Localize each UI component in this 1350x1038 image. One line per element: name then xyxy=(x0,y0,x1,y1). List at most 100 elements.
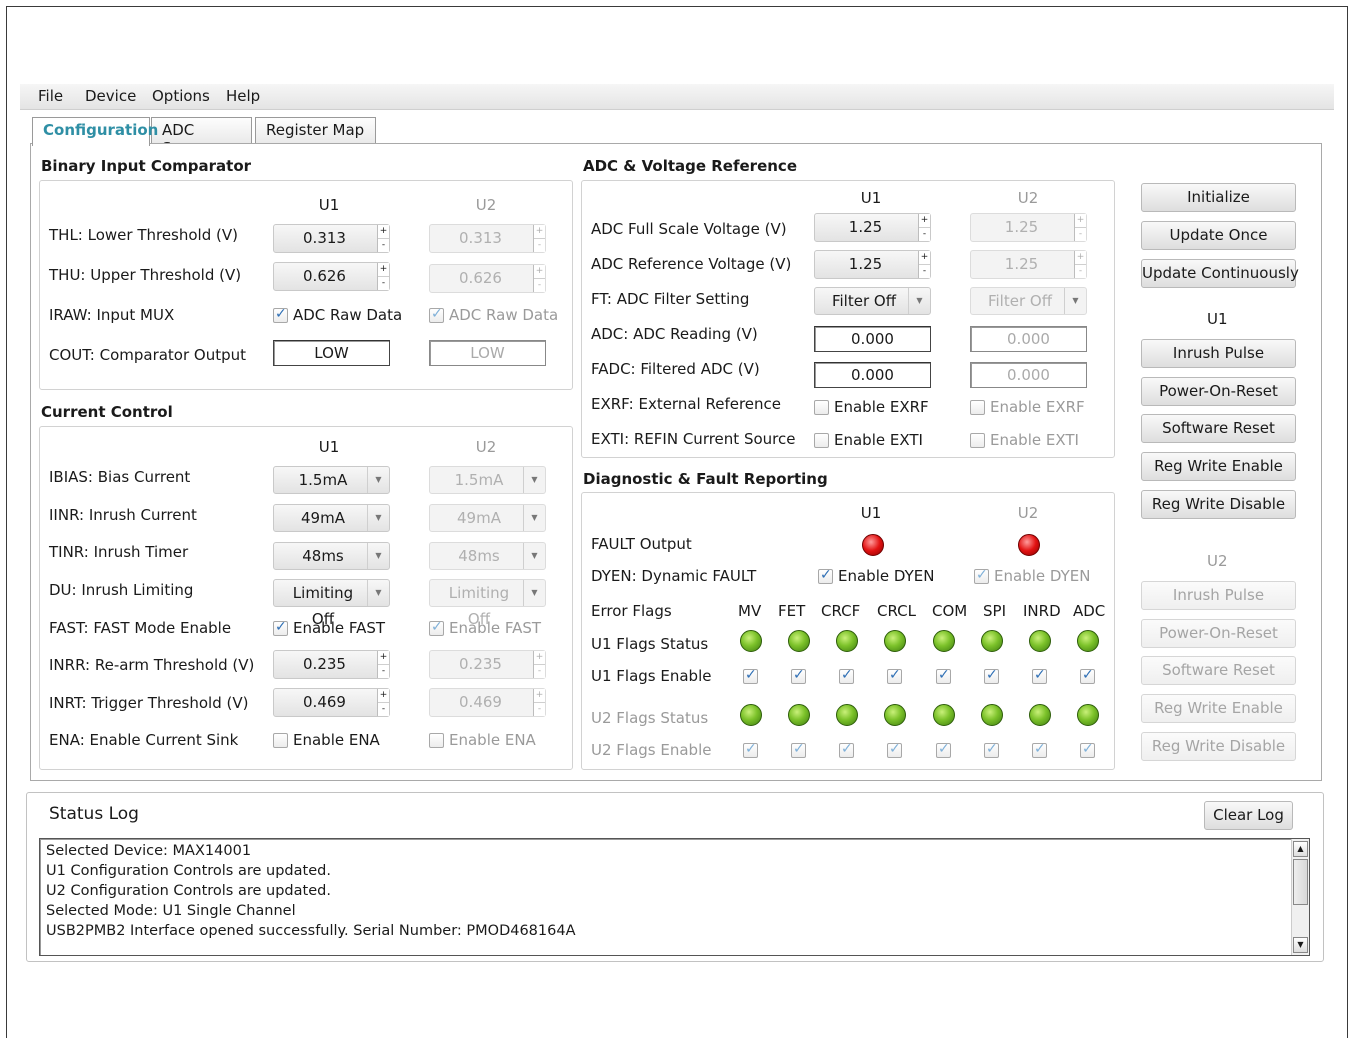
adc-filter-u1-select[interactable]: Filter Off ▼ xyxy=(814,287,931,315)
u2-adc-enable-checkbox xyxy=(1080,741,1095,758)
exti-u1-checkbox[interactable]: Enable EXTI xyxy=(814,431,923,449)
u1-flags-enable-label: U1 Flags Enable xyxy=(591,667,712,685)
u1-crcf-enable-checkbox[interactable] xyxy=(839,667,854,684)
u2-crcl-enable-checkbox xyxy=(887,741,902,758)
fast-u1-checkbox[interactable]: Enable FAST xyxy=(273,619,385,637)
thu-u1-spinner[interactable]: 0.626 + - xyxy=(273,262,390,291)
flag-spi-head: SPI xyxy=(983,602,1006,620)
adc-full-scale-u1-spinner[interactable]: 1.25 + - xyxy=(814,213,931,242)
inrt-u1-spin-buttons[interactable]: + - xyxy=(377,689,389,716)
inrr-u2-spinner: 0.235 + - xyxy=(429,650,546,679)
diag-u1-head: U1 xyxy=(860,504,882,522)
u1-reg-write-enable-button[interactable]: Reg Write Enable xyxy=(1141,452,1296,481)
du-u1-select[interactable]: Limiting Off ▼ xyxy=(273,579,390,628)
ena-u1-checkbox[interactable]: Enable ENA xyxy=(273,731,380,749)
u2-adc-status-led-icon xyxy=(1077,704,1099,726)
scroll-thumb[interactable] xyxy=(1293,859,1308,905)
iinr-u1-value: 49mA xyxy=(301,509,345,527)
u1-flags-status-label: U1 Flags Status xyxy=(591,635,709,653)
checkbox-unchecked-icon xyxy=(273,732,288,748)
u1-reg-write-disable-button[interactable]: Reg Write Disable xyxy=(1141,490,1296,519)
adc-full-scale-u1-value: 1.25 xyxy=(848,218,883,236)
adc-full-scale-label: ADC Full Scale Voltage (V) xyxy=(591,220,787,238)
thu-u1-spin-buttons[interactable]: + - xyxy=(377,263,389,290)
exti-u2-label: Enable EXTI xyxy=(990,431,1079,449)
status-log-textarea[interactable]: Selected Device: MAX14001 U1 Configurati… xyxy=(39,838,1310,956)
iinr-u2-select: 49mA ▼ xyxy=(429,504,546,532)
initialize-button[interactable]: Initialize xyxy=(1141,183,1296,212)
chevron-down-icon: ▼ xyxy=(523,580,545,606)
adc-reading-u1-field: 0.000 xyxy=(814,326,931,352)
exti-label: EXTI: REFIN Current Source xyxy=(591,430,796,448)
u2-spi-status-led-icon xyxy=(981,704,1003,726)
adc-reading-u2-field: 0.000 xyxy=(970,326,1087,352)
u1-spi-enable-checkbox[interactable] xyxy=(984,667,999,684)
exrf-u1-checkbox[interactable]: Enable EXRF xyxy=(814,398,929,416)
menu-options[interactable]: Options xyxy=(152,87,210,105)
chevron-down-icon[interactable]: ▼ xyxy=(367,467,389,493)
ibias-u1-select[interactable]: 1.5mA ▼ xyxy=(273,466,390,494)
adc-full-scale-u1-spin-buttons[interactable]: + - xyxy=(918,214,930,241)
inrt-u2-spin-buttons: + - xyxy=(533,689,545,716)
menu-help[interactable]: Help xyxy=(226,87,260,105)
update-continuously-button[interactable]: Update Continuously xyxy=(1141,259,1299,288)
thl-u1-spinner[interactable]: 0.313 + - xyxy=(273,224,390,253)
u2-flags-enable-label: U2 Flags Enable xyxy=(591,741,712,759)
flag-crcl-head: CRCL xyxy=(877,602,916,620)
dyen-u1-label: Enable DYEN xyxy=(838,567,935,585)
tab-adc-scope[interactable]: ADC Scope xyxy=(151,117,252,157)
checkbox-checked-icon xyxy=(429,306,444,323)
inrr-u1-spin-buttons[interactable]: + - xyxy=(377,651,389,678)
scroll-down-icon[interactable]: ▼ xyxy=(1293,937,1308,953)
adc-reference-u1-spinner[interactable]: 1.25 + - xyxy=(814,250,931,279)
thl-u1-spin-buttons[interactable]: + - xyxy=(377,225,389,252)
log-scrollbar[interactable]: ▲ ▼ xyxy=(1291,839,1309,955)
scroll-up-icon[interactable]: ▲ xyxy=(1293,841,1308,857)
checkbox-unchecked-icon xyxy=(970,432,985,448)
u2-crcf-enable-checkbox xyxy=(839,741,854,758)
chevron-down-icon[interactable]: ▼ xyxy=(908,288,930,314)
u1-power-on-reset-button[interactable]: Power-On-Reset xyxy=(1141,377,1296,406)
iinr-u2-value: 49mA xyxy=(457,509,501,527)
exrf-u2-checkbox: Enable EXRF xyxy=(970,398,1085,416)
tinr-u1-select[interactable]: 48ms ▼ xyxy=(273,542,390,570)
u1-fet-enable-checkbox[interactable] xyxy=(791,667,806,684)
ibias-u2-select: 1.5mA ▼ xyxy=(429,466,546,494)
adc-filter-u1-value: Filter Off xyxy=(831,292,897,310)
dyen-u1-checkbox[interactable]: Enable DYEN xyxy=(818,567,934,585)
menu-file[interactable]: File xyxy=(38,87,63,105)
exrf-u2-label: Enable EXRF xyxy=(990,398,1085,416)
u1-inrd-enable-checkbox[interactable] xyxy=(1032,667,1047,684)
adc-reference-u1-spin-buttons[interactable]: + - xyxy=(918,251,930,278)
clear-log-button[interactable]: Clear Log xyxy=(1204,801,1293,830)
cout-u2-field: LOW xyxy=(429,340,546,366)
inrt-u1-spinner[interactable]: 0.469 + - xyxy=(273,688,390,717)
u1-mv-enable-checkbox[interactable] xyxy=(743,667,758,684)
chevron-down-icon[interactable]: ▼ xyxy=(367,543,389,569)
u1-adc-enable-checkbox[interactable] xyxy=(1080,667,1095,684)
menu-device[interactable]: Device xyxy=(85,87,136,105)
chevron-down-icon[interactable]: ▼ xyxy=(367,505,389,531)
tab-register-map[interactable]: Register Map xyxy=(255,117,376,144)
u1-com-enable-checkbox[interactable] xyxy=(936,667,951,684)
u2-reg-write-disable-button: Reg Write Disable xyxy=(1141,732,1296,761)
u1-crcl-enable-checkbox[interactable] xyxy=(887,667,902,684)
iinr-u1-select[interactable]: 49mA ▼ xyxy=(273,504,390,532)
thu-u2-spin-buttons: + - xyxy=(533,265,545,292)
adc-reference-u2-value: 1.25 xyxy=(1004,255,1039,273)
u1-inrush-pulse-button[interactable]: Inrush Pulse xyxy=(1141,339,1296,368)
u2-fet-status-led-icon xyxy=(788,704,810,726)
tab-configuration[interactable]: Configuration xyxy=(32,117,158,146)
current-control-title: Current Control xyxy=(41,403,173,421)
fault-u2-led-icon xyxy=(1018,534,1040,556)
update-once-button[interactable]: Update Once xyxy=(1141,221,1296,250)
flag-adc-head: ADC xyxy=(1073,602,1106,620)
chevron-down-icon[interactable]: ▼ xyxy=(367,580,389,606)
current-u2-head: U2 xyxy=(475,438,497,456)
inrr-u1-spinner[interactable]: 0.235 + - xyxy=(273,650,390,679)
adc-filter-u2-value: Filter Off xyxy=(987,292,1053,310)
u1-software-reset-button[interactable]: Software Reset xyxy=(1141,414,1296,443)
du-label: DU: Inrush Limiting xyxy=(49,581,194,599)
u1-actions-head: U1 xyxy=(1207,310,1228,328)
iraw-u1-checkbox[interactable]: ADC Raw Data xyxy=(273,306,402,324)
